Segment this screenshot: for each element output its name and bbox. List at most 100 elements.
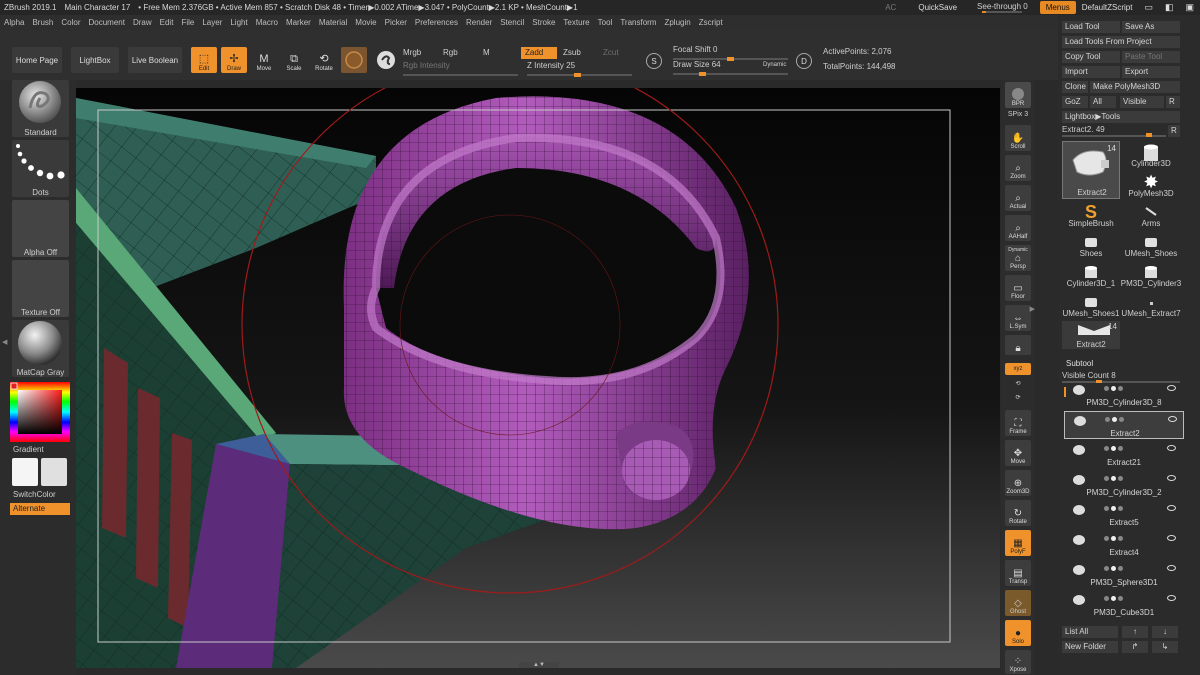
subtool-row[interactable]: Extract2 bbox=[1064, 411, 1184, 439]
zsub-toggle[interactable]: Zsub bbox=[563, 47, 581, 59]
live-boolean-button[interactable]: Live Boolean bbox=[128, 47, 182, 73]
export-button[interactable]: Export bbox=[1122, 66, 1180, 78]
sculptris-button[interactable] bbox=[373, 47, 399, 73]
alternate-button[interactable]: Alternate bbox=[10, 503, 70, 515]
transp-button[interactable]: ▤ Transp bbox=[1005, 560, 1031, 586]
zcut-toggle[interactable]: Zcut bbox=[603, 47, 619, 59]
xpose-button[interactable]: ⁘ Xpose bbox=[1005, 650, 1031, 674]
copy-tool-button[interactable]: Copy Tool bbox=[1062, 51, 1120, 63]
home-page-button[interactable]: Home Page bbox=[12, 47, 62, 73]
menu-document[interactable]: Document bbox=[85, 18, 129, 27]
lightbox-tools-button[interactable]: Lightbox▶Tools bbox=[1062, 111, 1180, 123]
menu-alpha[interactable]: Alpha bbox=[0, 18, 28, 27]
tool-label-cylinder3d[interactable]: Cylinder3D bbox=[1120, 159, 1182, 168]
subtool-visibility-controls[interactable] bbox=[1104, 474, 1176, 482]
mrgb-toggle[interactable]: Mrgb bbox=[403, 47, 421, 59]
polyf-button[interactable]: ▦ PolyF bbox=[1005, 530, 1031, 556]
default-zscript-button[interactable]: DefaultZScript bbox=[1076, 1, 1139, 14]
dynamic-toggle[interactable]: Dynamic bbox=[763, 59, 786, 71]
right-shelf-collapse-icon[interactable]: ▶ bbox=[1030, 305, 1035, 313]
s-brush-icon[interactable]: S bbox=[646, 53, 662, 69]
solo-button[interactable]: ● Solo bbox=[1005, 620, 1031, 646]
zoom-button[interactable]: ⌕ Zoom bbox=[1005, 155, 1031, 181]
menu-stroke[interactable]: Stroke bbox=[528, 18, 559, 27]
menu-stencil[interactable]: Stencil bbox=[496, 18, 528, 27]
tool-label-shoes[interactable]: Shoes bbox=[1060, 249, 1122, 258]
main-color-swatch[interactable] bbox=[12, 458, 38, 486]
move-button[interactable]: M Move bbox=[251, 47, 277, 73]
r-tool-button[interactable]: R bbox=[1168, 125, 1180, 137]
m-toggle[interactable]: M bbox=[483, 47, 490, 59]
menu-draw[interactable]: Draw bbox=[129, 18, 156, 27]
d-brush-icon[interactable]: D bbox=[796, 53, 812, 69]
subtool-header[interactable]: Subtool bbox=[1066, 359, 1093, 368]
tool-label-umesh-extract7[interactable]: UMesh_Extract7 bbox=[1120, 309, 1182, 318]
bpr-button[interactable]: BPR bbox=[1005, 82, 1031, 108]
new-folder-button[interactable]: New Folder bbox=[1062, 641, 1118, 653]
menu-color[interactable]: Color bbox=[57, 18, 84, 27]
visible-button[interactable]: Visible bbox=[1120, 96, 1164, 108]
eye-icon[interactable] bbox=[1167, 505, 1176, 511]
subtool-visibility-controls[interactable] bbox=[1104, 504, 1176, 512]
save-as-button[interactable]: Save As bbox=[1122, 21, 1180, 33]
subtool-row[interactable]: Extract5 bbox=[1064, 501, 1184, 529]
paste-tool-button[interactable]: Paste Tool bbox=[1122, 51, 1180, 63]
subtool-row[interactable]: Extract4 bbox=[1064, 531, 1184, 559]
rgb-toggle[interactable]: Rgb bbox=[443, 47, 458, 59]
menu-material[interactable]: Material bbox=[315, 18, 351, 27]
menu-picker[interactable]: Picker bbox=[381, 18, 411, 27]
subtool-visibility-controls[interactable] bbox=[1104, 384, 1176, 392]
menu-movie[interactable]: Movie bbox=[351, 18, 380, 27]
eye-icon[interactable] bbox=[1167, 445, 1176, 451]
ghost-button[interactable]: ◇ Ghost bbox=[1005, 590, 1031, 616]
menu-zscript[interactable]: Zscript bbox=[695, 18, 727, 27]
see-through-slider[interactable]: See-through 0 bbox=[971, 2, 1034, 13]
menu-tool[interactable]: Tool bbox=[594, 18, 617, 27]
eye-icon[interactable] bbox=[1167, 535, 1176, 541]
menu-light[interactable]: Light bbox=[226, 18, 251, 27]
menu-render[interactable]: Render bbox=[462, 18, 496, 27]
minimize-icon[interactable]: ▭ bbox=[1138, 1, 1159, 14]
switchcolor-button[interactable]: SwitchColor bbox=[13, 490, 70, 499]
menu-brush[interactable]: Brush bbox=[28, 18, 57, 27]
actual-button[interactable]: ⌕ Actual bbox=[1005, 185, 1031, 211]
subtool-visibility-controls[interactable] bbox=[1104, 444, 1176, 452]
make-polymesh3d-button[interactable]: Make PolyMesh3D bbox=[1090, 81, 1180, 93]
canvas-scroll-handle[interactable]: ▲▼ bbox=[519, 662, 559, 668]
eye-icon[interactable] bbox=[1167, 595, 1176, 601]
rgb-intensity-slider[interactable]: Rgb Intensity bbox=[403, 61, 518, 77]
floor-button[interactable]: ▭ Floor bbox=[1005, 275, 1031, 301]
left-shelf-collapse-icon[interactable]: ◀ bbox=[2, 338, 7, 350]
all-button[interactable]: All bbox=[1090, 96, 1116, 108]
menu-preferences[interactable]: Preferences bbox=[411, 18, 462, 27]
tool-label-polymesh3d[interactable]: PolyMesh3D bbox=[1120, 189, 1182, 198]
color-picker[interactable] bbox=[10, 382, 70, 442]
tool-label-cylinder3d-1[interactable]: Cylinder3D_1 bbox=[1060, 279, 1122, 288]
quicksave-button[interactable]: QuickSave bbox=[912, 1, 963, 14]
eye-icon[interactable] bbox=[1167, 385, 1176, 391]
subtool-row[interactable]: PM3D_Cylinder3D_2 bbox=[1064, 471, 1184, 499]
rotate-axis-icon-1[interactable]: ⟲ bbox=[1005, 378, 1031, 390]
tool-thumb-extract2[interactable]: 14 Extract2 bbox=[1062, 321, 1120, 349]
menu-zplugin[interactable]: Zplugin bbox=[660, 18, 694, 27]
scale-button[interactable]: ⧉ Scale bbox=[281, 47, 307, 73]
subtool-row[interactable]: PM3D_Sphere3D1 bbox=[1064, 561, 1184, 589]
r-button[interactable]: R bbox=[1166, 96, 1180, 108]
current-tool-slider[interactable]: Extract2. 49 bbox=[1062, 125, 1166, 137]
redo-arrow-button[interactable]: ↱ bbox=[1122, 641, 1148, 653]
tool-thumb-extract2-selected[interactable]: 14 Extract2 bbox=[1062, 141, 1120, 199]
goz-button[interactable]: GoZ bbox=[1062, 96, 1088, 108]
move-down-button[interactable]: ↓ bbox=[1152, 626, 1178, 638]
rotate-button[interactable]: ⟲ Rotate bbox=[311, 47, 337, 73]
lsym-button[interactable]: ⇔ L.Sym bbox=[1005, 305, 1031, 331]
z-intensity-slider[interactable]: Z Intensity 25 bbox=[527, 61, 632, 77]
menu-texture[interactable]: Texture bbox=[559, 18, 593, 27]
subtool-visibility-controls[interactable] bbox=[1104, 564, 1176, 572]
move-up-button[interactable]: ↑ bbox=[1122, 626, 1148, 638]
load-tool-button[interactable]: Load Tool bbox=[1062, 21, 1120, 33]
tool-label-umesh-shoes[interactable]: UMesh_Shoes bbox=[1120, 249, 1182, 258]
document-canvas[interactable]: ▲▼ bbox=[76, 88, 1000, 668]
menu-macro[interactable]: Macro bbox=[252, 18, 282, 27]
subtool-row[interactable]: PM3D_Cube3D1 bbox=[1064, 591, 1184, 619]
move-view-button[interactable]: ✥ Move bbox=[1005, 440, 1031, 466]
